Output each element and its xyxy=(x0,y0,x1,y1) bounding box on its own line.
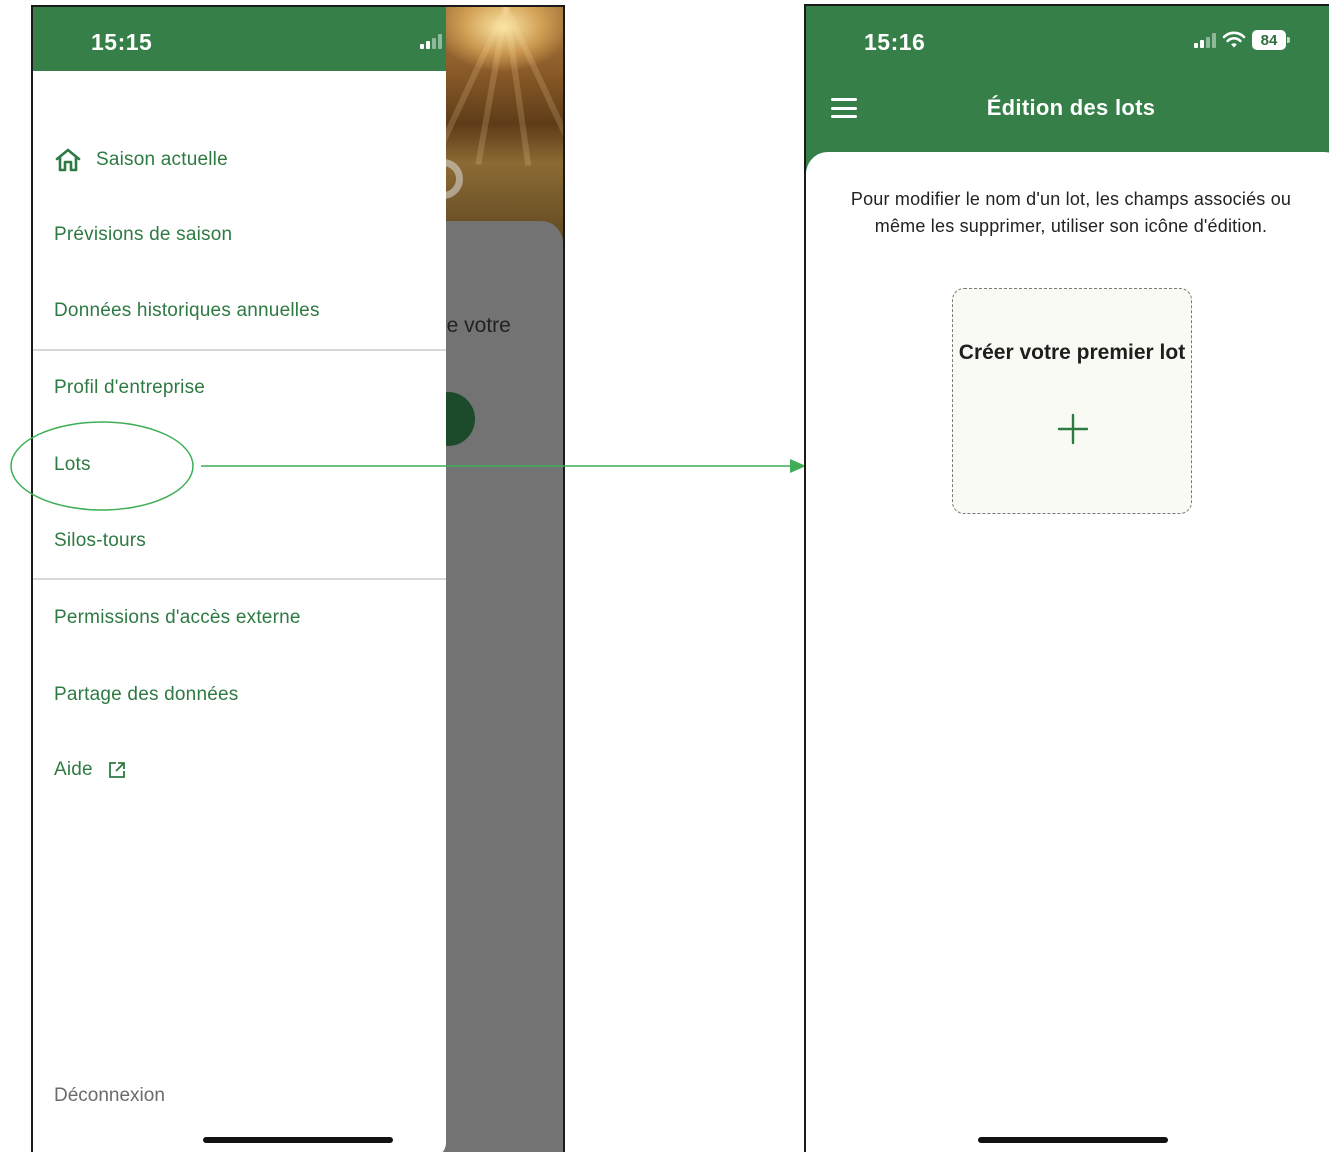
menu-item-label: Données historiques annuelles xyxy=(54,300,320,321)
status-time: 15:16 xyxy=(864,29,926,55)
menu-item-label: Silos-tours xyxy=(54,530,146,551)
menu-item-profil-entreprise[interactable]: Profil d'entreprise xyxy=(54,377,205,399)
menu-item-permissions[interactable]: Permissions d'accès externe xyxy=(54,607,301,629)
menu-item-label: Permissions d'accès externe xyxy=(54,607,301,628)
navigation-drawer: 15:15 84 Saison actuelle Prévisio xyxy=(33,7,446,1152)
menu-item-silos-tours[interactable]: Silos-tours xyxy=(54,530,146,552)
menu-item-aide[interactable]: Aide xyxy=(54,759,127,781)
left-phone-screen: rire votre 15:15 84 Saison actu xyxy=(31,5,565,1152)
right-phone-screen: 15:16 84 Édition des lots Pour modifier … xyxy=(804,4,1329,1152)
status-icons: 84 xyxy=(1194,30,1290,50)
wifi-icon xyxy=(1222,31,1246,48)
menu-divider xyxy=(33,349,446,351)
menu-item-label: Profil d'entreprise xyxy=(54,377,206,398)
page-title: Édition des lots xyxy=(986,95,1156,120)
create-card-label: Créer votre premier lot xyxy=(958,341,1186,364)
menu-item-label: Aide xyxy=(54,759,93,780)
menu-divider xyxy=(33,578,446,580)
logout-button[interactable]: Déconnexion xyxy=(54,1085,165,1107)
cellular-signal-icon xyxy=(1194,32,1216,48)
menu-item-previsions-de-saison[interactable]: Prévisions de saison xyxy=(54,224,232,246)
external-link-icon xyxy=(108,762,125,778)
home-icon xyxy=(55,148,81,172)
menu-item-partage-donnees[interactable]: Partage des données xyxy=(54,684,238,706)
status-bar: 15:16 84 xyxy=(806,6,1329,70)
info-text: Pour modifier le nom d'un lot, les champ… xyxy=(850,189,1292,236)
plus-icon xyxy=(1057,413,1089,445)
battery-icon: 84 xyxy=(1252,30,1290,50)
main-content: Pour modifier le nom d'un lot, les champ… xyxy=(806,152,1329,1152)
menu-item-lots[interactable]: Lots xyxy=(54,454,91,476)
menu-item-saison-actuelle[interactable]: Saison actuelle xyxy=(54,147,228,173)
create-first-lot-button[interactable]: Créer votre premier lot xyxy=(952,288,1192,514)
home-indicator xyxy=(978,1137,1168,1143)
menu-item-label: Lots xyxy=(54,454,91,475)
status-bar: 15:15 84 xyxy=(33,7,446,71)
status-time: 15:15 xyxy=(91,29,153,55)
menu-item-label: Saison actuelle xyxy=(96,149,228,170)
sun-ray xyxy=(435,7,509,154)
cellular-signal-icon xyxy=(420,33,442,49)
app-bar: Édition des lots xyxy=(806,70,1329,152)
status-icons: 84 xyxy=(420,31,446,51)
menu-item-label: Partage des données xyxy=(54,684,239,705)
menu-item-label: Prévisions de saison xyxy=(54,224,233,245)
home-indicator xyxy=(203,1137,393,1143)
menu-item-donnees-historiques[interactable]: Données historiques annuelles xyxy=(54,300,320,322)
